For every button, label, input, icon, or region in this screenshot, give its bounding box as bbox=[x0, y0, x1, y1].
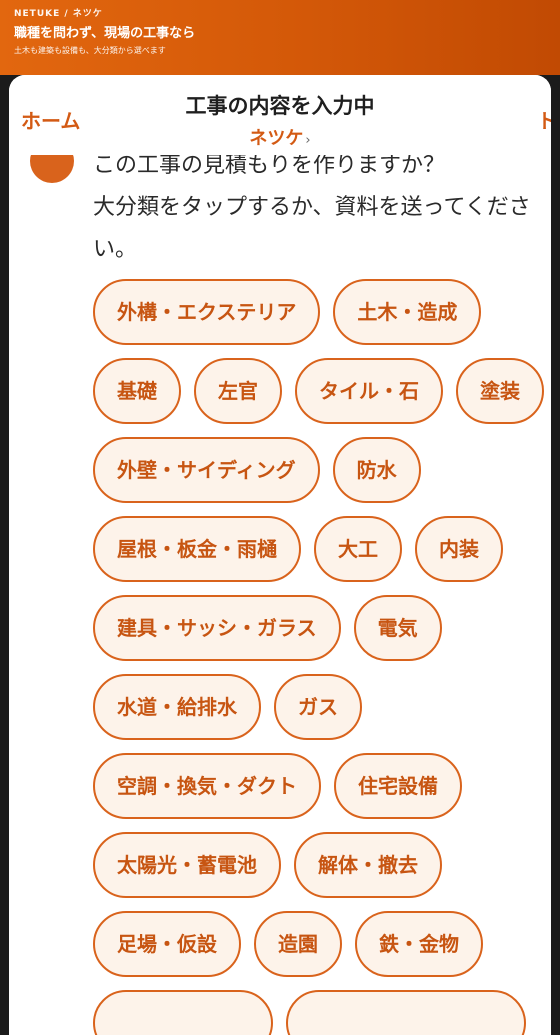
category-chip[interactable]: 造園 bbox=[254, 911, 342, 977]
category-chip[interactable]: 鉄・金物 bbox=[355, 911, 483, 977]
category-row: 外壁・サイディング 防水 bbox=[93, 437, 551, 503]
category-chip[interactable]: 内装 bbox=[415, 516, 503, 582]
category-row: 屋根・板金・雨樋 大工 内装 bbox=[93, 516, 551, 582]
category-row: 空調・換気・ダクト 住宅設備 bbox=[93, 753, 551, 819]
category-chip[interactable]: 左官 bbox=[194, 358, 282, 424]
category-chip[interactable]: 太陽光・蓄電池 bbox=[93, 832, 281, 898]
category-chip[interactable]: 基礎 bbox=[93, 358, 181, 424]
category-chip[interactable]: 外壁・サイディング bbox=[93, 437, 320, 503]
category-chip[interactable]: 屋根・板金・雨樋 bbox=[93, 516, 301, 582]
category-row: 太陽光・蓄電池 解体・撤去 bbox=[93, 832, 551, 898]
category-chip[interactable]: 解体・撤去 bbox=[294, 832, 442, 898]
assistant-message: この工事の見積もりを作りますか？ 大分類をタップするか、資料を送ってください。 bbox=[93, 153, 531, 262]
category-chip[interactable]: 空調・換気・ダクト bbox=[93, 753, 321, 819]
page-title: 工事の内容を入力中 bbox=[185, 94, 375, 118]
category-chip[interactable]: 建具・サッシ・ガラス bbox=[93, 595, 341, 661]
category-chip-list: 外構・エクステリア 土木・造成 基礎 左官 タイル・石 塗装 外壁・サイディング 防水 屋根・板… bbox=[93, 279, 551, 1035]
category-chip[interactable] bbox=[286, 990, 526, 1035]
category-chip[interactable] bbox=[93, 990, 273, 1035]
category-row: 足場・仮設 造園 鉄・金物 bbox=[93, 911, 551, 977]
category-chip[interactable]: 塗装 bbox=[456, 358, 544, 424]
app-banner: NETUKE / ネツケ 職種を問わず、現場の工事なら 土木も建築も設備も、大分… bbox=[0, 0, 560, 75]
category-chip[interactable]: 水道・給排水 bbox=[93, 674, 261, 740]
header-right-link[interactable]: ト bbox=[537, 105, 551, 134]
banner-tagline: 職種を問わず、現場の工事なら bbox=[14, 26, 196, 41]
category-row: 建具・サッシ・ガラス 電気 bbox=[93, 595, 551, 661]
category-chip[interactable]: 大工 bbox=[314, 516, 402, 582]
category-chip[interactable]: 外構・エクステリア bbox=[93, 279, 321, 345]
assistant-name: ネツケ bbox=[249, 128, 304, 149]
sheet-header: ホーム 工事の内容を入力中 ネツケ › ト bbox=[9, 75, 551, 155]
category-chip[interactable]: ガス bbox=[274, 674, 362, 740]
assistant-name-link[interactable]: ネツケ › bbox=[9, 124, 551, 150]
category-chip[interactable]: 足場・仮設 bbox=[93, 911, 241, 977]
brand-name: NETUKE / ネツケ bbox=[14, 9, 103, 19]
chevron-right-icon: › bbox=[305, 133, 311, 148]
category-chip[interactable]: 防水 bbox=[332, 437, 421, 503]
conversation-sheet: ホーム 工事の内容を入力中 ネツケ › ト この工事の見積もりを作りますか？ 大分… bbox=[9, 75, 551, 1035]
category-row: 水道・給排水 ガス bbox=[93, 674, 551, 740]
category-chip[interactable]: 土木・造成 bbox=[333, 279, 482, 345]
category-chip[interactable]: 電気 bbox=[353, 595, 442, 661]
category-chip[interactable]: 住宅設備 bbox=[334, 753, 462, 819]
category-row: 外構・エクステリア 土木・造成 bbox=[93, 279, 551, 345]
category-chip[interactable]: タイル・石 bbox=[295, 358, 443, 424]
category-row: 基礎 左官 タイル・石 塗装 bbox=[93, 358, 551, 424]
category-row bbox=[93, 990, 551, 1035]
banner-subtagline: 土木も建築も設備も、大分類から選べます bbox=[14, 46, 166, 55]
